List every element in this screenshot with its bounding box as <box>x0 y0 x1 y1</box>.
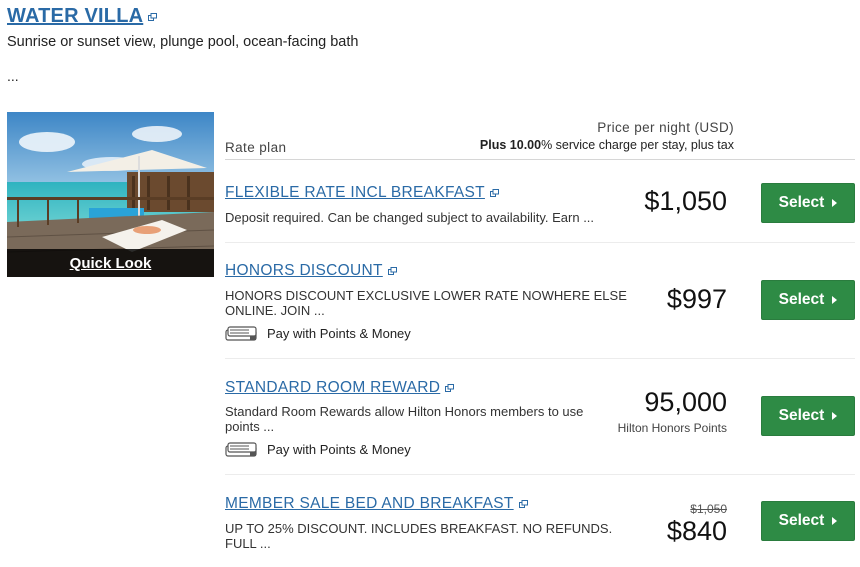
rate-name-link[interactable]: MEMBER SALE BED AND BREAKFAST <box>225 495 514 513</box>
select-button[interactable]: Select <box>761 501 855 541</box>
select-button-label: Select <box>778 512 825 529</box>
select-button[interactable]: Select <box>761 396 855 436</box>
rate-plan-label: Rate plan <box>225 140 287 155</box>
select-button[interactable]: Select <box>761 183 855 223</box>
room-description-more: ... <box>7 68 19 84</box>
rate-description-line: Standard Room Rewards allow Hilton Honor… <box>225 404 584 419</box>
price-per-night-label: Price per night (USD) <box>597 120 734 135</box>
rate-price: $1,050 <box>644 186 727 216</box>
original-price: $1,050 <box>690 502 727 516</box>
select-button-label: Select <box>778 194 825 211</box>
caret-right-icon <box>832 517 838 525</box>
quick-look-link[interactable]: Quick Look <box>70 255 152 272</box>
rate-description-line: FULL ... <box>225 536 271 551</box>
service-charge-text: % service charge per stay, plus tax <box>541 138 734 152</box>
rate-name-row: MEMBER SALE BED AND BREAKFAST <box>225 495 528 513</box>
caret-right-icon <box>832 296 838 304</box>
external-link-icon[interactable] <box>489 189 499 197</box>
pay-with-points-money: Pay with Points & Money <box>225 324 411 342</box>
price-unit: Hilton Honors Points <box>617 421 727 435</box>
rate-description-line: points ... <box>225 419 275 434</box>
quick-look-bar: Quick Look <box>7 249 214 277</box>
room-description: Sunrise or sunset view, plunge pool, oce… <box>7 34 359 50</box>
external-link-icon[interactable] <box>445 384 455 392</box>
pay-with-points-money: Pay with Points & Money <box>225 440 411 458</box>
room-title[interactable]: WATER VILLA <box>7 5 143 28</box>
external-link-icon[interactable] <box>148 12 158 21</box>
rate-description: UP TO 25% DISCOUNT. INCLUDES BREAKFAST. … <box>225 521 612 551</box>
service-charge-note: Plus 10.00% service charge per stay, plu… <box>480 138 734 152</box>
external-link-icon[interactable] <box>518 500 528 508</box>
rate-description-line: ONLINE. JOIN ... <box>225 303 325 318</box>
rate-row-member-sale: MEMBER SALE BED AND BREAKFAST UP TO 25% … <box>225 475 855 567</box>
service-charge-percent: Plus 10.00 <box>479 138 542 152</box>
rate-description: Standard Room Rewards allow Hilton Honor… <box>225 404 583 434</box>
rate-price: $997 <box>666 284 727 314</box>
pay-with-label: Pay with Points & Money <box>267 441 411 457</box>
rate-name-row: STANDARD ROOM REWARD <box>225 379 455 397</box>
select-button-label: Select <box>778 407 825 424</box>
rates-header: Rate plan Price per night (USD) Plus 10.… <box>225 118 855 160</box>
rate-name-link[interactable]: HONORS DISCOUNT <box>225 262 383 280</box>
rate-description: HONORS DISCOUNT EXCLUSIVE LOWER RATE NOW… <box>225 288 627 318</box>
rate-row-honors-discount: HONORS DISCOUNT HONORS DISCOUNT EXCLUSIV… <box>225 243 855 359</box>
rate-name-row: HONORS DISCOUNT <box>225 262 397 280</box>
pay-with-label: Pay with Points & Money <box>267 325 411 341</box>
rate-name-row: FLEXIBLE RATE INCL BREAKFAST <box>225 184 499 202</box>
rate-description-line: Deposit required. Can be changed subject… <box>225 210 595 225</box>
rate-name-link[interactable]: FLEXIBLE RATE INCL BREAKFAST <box>225 184 485 202</box>
rate-name-link[interactable]: STANDARD ROOM REWARD <box>225 379 440 397</box>
rate-description-line: UP TO 25% DISCOUNT. INCLUDES BREAKFAST. … <box>225 521 613 536</box>
points-money-icon <box>225 442 257 457</box>
select-button[interactable]: Select <box>761 280 855 320</box>
rate-price: 95,000 <box>644 387 727 417</box>
caret-right-icon <box>832 199 838 207</box>
caret-right-icon <box>832 412 838 420</box>
rate-row-standard-reward: STANDARD ROOM REWARD Standard Room Rewar… <box>225 359 855 475</box>
select-button-label: Select <box>778 291 825 308</box>
rate-description-line: HONORS DISCOUNT EXCLUSIVE LOWER RATE NOW… <box>225 288 627 303</box>
rate-price: $840 <box>666 516 727 546</box>
rate-description: Deposit required. Can be changed subject… <box>225 210 594 225</box>
rate-row-flexible: FLEXIBLE RATE INCL BREAKFAST Deposit req… <box>225 161 855 243</box>
room-title-row: WATER VILLA <box>7 5 158 28</box>
external-link-icon[interactable] <box>387 267 397 275</box>
points-money-icon <box>225 326 257 341</box>
room-photo[interactable]: Quick Look <box>7 112 214 277</box>
